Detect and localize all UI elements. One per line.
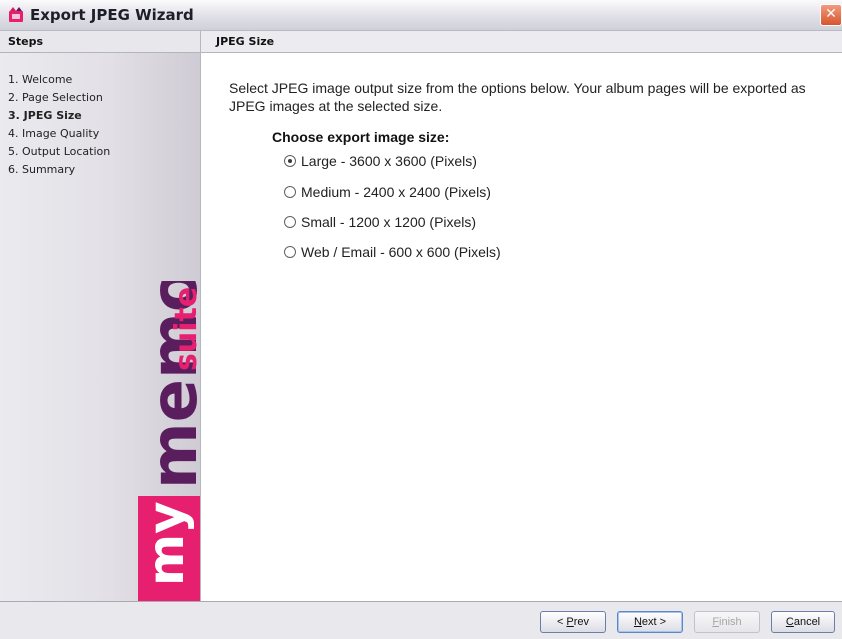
size-option-large[interactable]: Large - 3600 x 3600 (Pixels) <box>284 153 477 169</box>
app-icon <box>9 7 23 22</box>
prev-button-mnemonic: P <box>566 616 574 628</box>
step-item-jpeg-size: 3. JPEG Size <box>8 109 82 122</box>
size-option-label: Small - 1200 x 1200 (Pixels) <box>301 214 477 230</box>
steps-list: 1. Welcome 2. Page Selection 3. JPEG Siz… <box>8 71 110 179</box>
steps-sidebar: Steps 1. Welcome 2. Page Selection 3. JP… <box>0 31 201 601</box>
step-item-output-location: 5. Output Location <box>8 145 111 158</box>
step-item-summary: 6. Summary <box>8 163 76 176</box>
window-title: Export JPEG Wizard <box>30 6 194 24</box>
instructions-text: Select JPEG image output size from the o… <box>229 80 806 114</box>
size-option-small[interactable]: Small - 1200 x 1200 (Pixels) <box>284 214 476 230</box>
content-header: JPEG Size <box>201 31 842 53</box>
cancel-button-label: ancel <box>793 616 821 628</box>
step-item-welcome: 1. Welcome <box>8 73 73 86</box>
prev-button-label: rev <box>573 616 590 628</box>
step-item-page-selection: 2. Page Selection <box>8 91 103 104</box>
finish-button[interactable]: Finish <box>694 611 760 633</box>
size-option-medium[interactable]: Medium - 2400 x 2400 (Pixels) <box>284 184 491 200</box>
cancel-button[interactable]: Cancel <box>771 611 835 633</box>
radio-button-selected[interactable] <box>284 155 296 167</box>
steps-header: Steps <box>0 31 200 53</box>
button-bar: < Prev Next > Finish Cancel <box>0 601 842 639</box>
logo-my-text: my <box>137 501 195 586</box>
prev-button-prefix: < <box>556 616 567 628</box>
mymemories-suite-logo: my memories suite <box>137 281 200 601</box>
radio-button[interactable] <box>284 186 296 198</box>
next-button[interactable]: Next > <box>617 611 683 633</box>
size-option-label: Web / Email - 600 x 600 (Pixels) <box>301 244 501 260</box>
close-icon: ✕ <box>825 6 837 22</box>
radio-button[interactable] <box>284 216 296 228</box>
size-option-label: Large - 3600 x 3600 (Pixels) <box>301 153 477 169</box>
steps-header-label: Steps <box>8 35 44 48</box>
finish-button-label: inish <box>719 616 742 628</box>
close-button[interactable]: ✕ <box>820 4 842 26</box>
size-option-web-email[interactable]: Web / Email - 600 x 600 (Pixels) <box>284 244 501 260</box>
next-button-mnemonic: N <box>633 616 642 628</box>
prev-button[interactable]: < Prev <box>540 611 606 633</box>
content-header-label: JPEG Size <box>216 35 275 48</box>
logo-suite-text: suite <box>169 287 200 371</box>
next-button-label: ext > <box>641 616 667 628</box>
radio-button[interactable] <box>284 246 296 258</box>
title-bar: Export JPEG Wizard ✕ <box>0 0 842 31</box>
size-option-label: Medium - 2400 x 2400 (Pixels) <box>301 184 491 200</box>
cancel-button-mnemonic: C <box>785 616 794 628</box>
choose-size-label: Choose export image size: <box>272 129 450 145</box>
step-item-image-quality: 4. Image Quality <box>8 127 100 140</box>
